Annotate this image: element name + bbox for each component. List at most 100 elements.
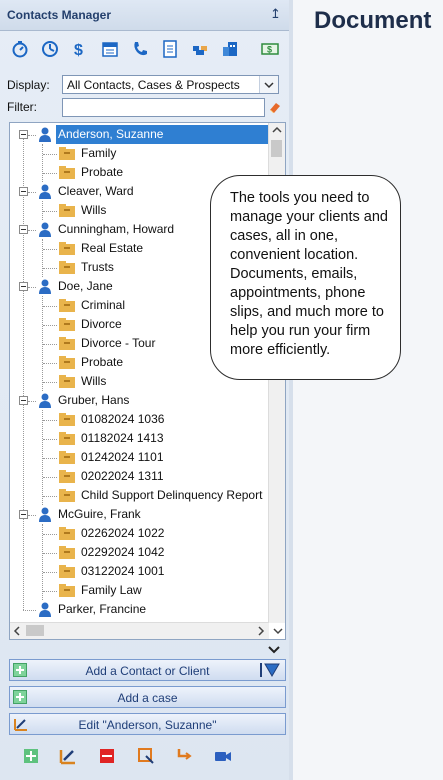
contact-name: Anderson, Suzanne [58,127,164,141]
case-folder-icon [59,356,75,369]
tree-case[interactable]: 01182024 1413 [10,429,270,448]
filter-input[interactable] [62,98,265,117]
video-icon[interactable] [213,746,233,766]
collapse-icon[interactable] [19,225,28,234]
display-select-value: All Contacts, Cases & Prospects [67,78,240,92]
tree-case[interactable]: 01082024 1036 [10,410,270,429]
tree-case[interactable]: 02262024 1022 [10,524,270,543]
contacts-manager-panel: Contacts Manager ↥ $ $ Display: All Cont… [0,0,290,780]
collapse-icon[interactable] [19,282,28,291]
phone-icon[interactable] [130,39,150,59]
case-folder-icon [59,527,75,540]
tree-case[interactable]: Child Support Delinquency Report [10,486,270,505]
case-folder-icon [59,565,75,578]
tree-case[interactable]: 01242024 1101 [10,448,270,467]
scroll-left-icon[interactable] [10,623,24,638]
case-name: Family [81,146,117,160]
svg-text:$: $ [74,42,83,59]
case-name: Child Support Delinquency Report [81,488,263,502]
tree-contact[interactable]: Gruber, Hans [10,391,270,410]
delete-icon[interactable] [97,746,117,766]
calendar-icon[interactable] [100,39,120,59]
case-folder-icon [59,147,75,160]
contact-name: McGuire, Frank [58,507,141,521]
scroll-thumb[interactable] [271,140,282,157]
case-folder-icon [59,584,75,597]
scroll-up-icon[interactable] [269,123,285,137]
contacts-toolbar: $ $ [6,36,284,62]
panel-splitter[interactable] [289,0,293,780]
case-name: 01242024 1101 [81,450,164,464]
case-name: Trusts [81,260,114,274]
tree-contact[interactable]: Anderson, Suzanne [10,125,270,144]
panel-title: Contacts Manager [7,8,112,22]
case-folder-icon [59,242,75,255]
scroll-right-icon[interactable] [254,623,268,638]
tree-contact[interactable]: Parker, Francine [10,600,270,619]
svg-text:$: $ [267,45,272,55]
contact-name: Gruber, Hans [58,393,130,407]
collapse-icon[interactable] [19,187,28,196]
dropdown-arrow-icon[interactable] [259,662,281,678]
tree-case[interactable]: 02022024 1311 [10,467,270,486]
case-name: Divorce - Tour [81,336,156,350]
contact-icon [39,393,51,408]
expand-down-icon[interactable] [265,643,283,657]
tree-case[interactable]: 03122024 1001 [10,562,270,581]
case-name: Probate [81,355,124,369]
money-icon[interactable]: $ [260,39,280,59]
tree-case[interactable]: 02292024 1042 [10,543,270,562]
case-folder-icon [59,318,75,331]
contact-name: Cleaver, Ward [58,184,134,198]
case-name: 01082024 1036 [81,412,165,426]
filter-label: Filter: [7,100,37,114]
edit-contact-button[interactable]: Edit "Anderson, Suzanne" [9,713,286,735]
collapse-icon[interactable] [19,396,28,405]
add-case-button[interactable]: Add a case [9,686,286,708]
display-select[interactable]: All Contacts, Cases & Prospects [62,75,279,94]
case-name: Wills [81,374,107,388]
eraser-icon[interactable] [268,100,282,114]
contact-name: Doe, Jane [58,279,113,293]
case-name: 02292024 1042 [81,545,165,559]
contact-name: Cunningham, Howard [58,222,175,236]
case-name: Criminal [81,298,126,312]
pin-icon[interactable]: ↥ [270,6,281,22]
contact-icon [39,507,51,522]
tree-case[interactable]: Family Law [10,581,270,600]
scroll-thumb-horizontal[interactable] [26,625,44,636]
scroll-down-icon[interactable] [270,623,286,640]
case-name: Divorce [81,317,122,331]
add-icon[interactable] [21,746,41,766]
collapse-icon[interactable] [19,130,28,139]
tree-contact[interactable]: McGuire, Frank [10,505,270,524]
add-contact-button[interactable]: Add a Contact or Client [9,659,286,681]
contact-icon [39,184,51,199]
document-icon[interactable] [160,39,180,59]
chevron-down-icon[interactable] [259,76,278,93]
case-folder-icon [59,261,75,274]
case-folder-icon [59,432,75,445]
collapse-icon[interactable] [19,510,28,519]
billing-icon[interactable]: $ [70,39,90,59]
handshake-icon[interactable] [190,39,210,59]
case-folder-icon [59,413,75,426]
tree-case[interactable]: Family [10,144,270,163]
case-folder-icon [59,470,75,483]
case-folder-icon [59,375,75,388]
contact-icon [39,279,51,294]
display-label: Display: [7,78,50,92]
tree-horizontal-scrollbar[interactable] [10,622,269,639]
contact-name: Parker, Francine [58,602,147,616]
case-name: 02262024 1022 [81,526,165,540]
case-folder-icon [59,204,75,217]
case-folder-icon [59,451,75,464]
case-name: 01182024 1413 [81,431,164,445]
contact-icon [39,127,51,142]
clock-icon[interactable] [40,39,60,59]
return-icon[interactable] [175,746,195,766]
timer-icon[interactable] [10,39,30,59]
export-icon[interactable] [136,746,156,766]
edit-icon[interactable] [58,746,78,766]
building-icon[interactable] [220,39,240,59]
